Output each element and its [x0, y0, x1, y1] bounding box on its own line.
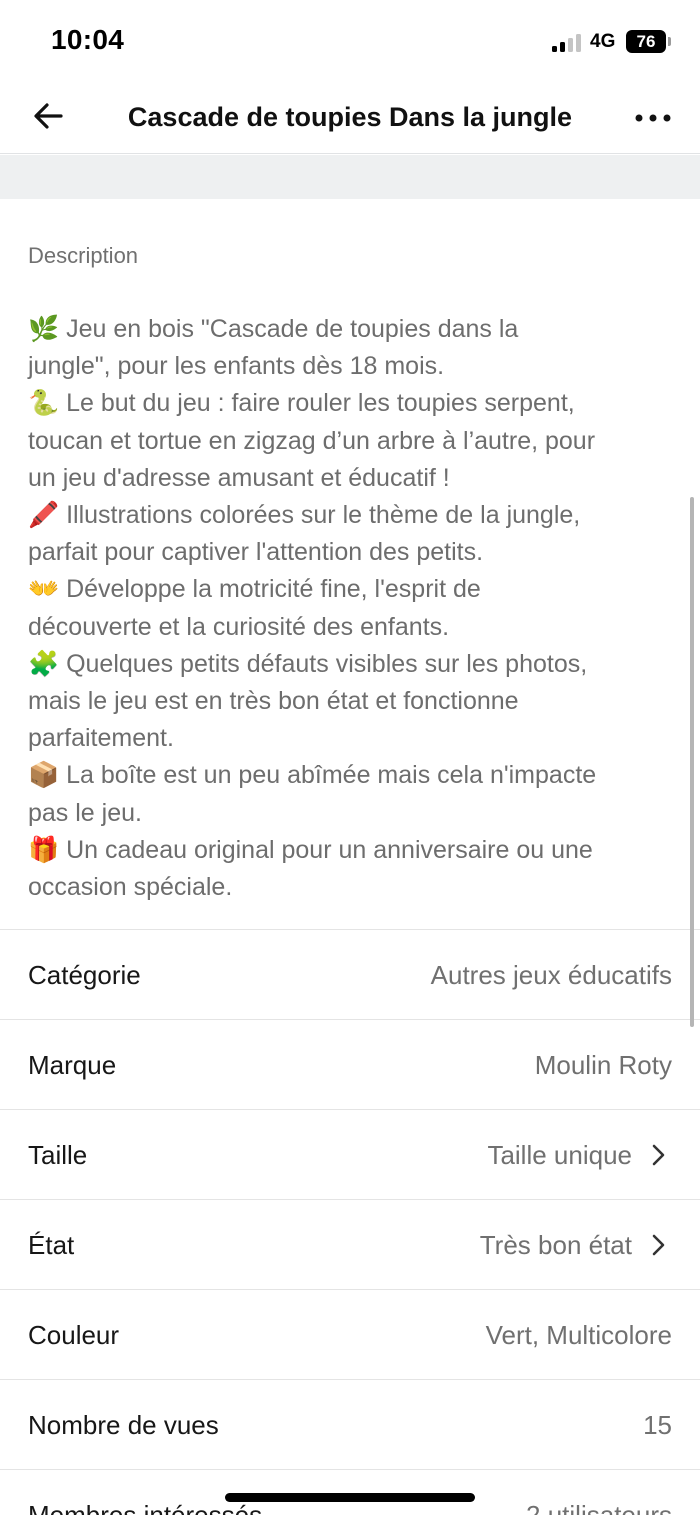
chevron-right-icon	[652, 1234, 665, 1256]
description-text: 🌿 Jeu en bois "Cascade de toupies dans l…	[28, 311, 678, 906]
description-line: occasion spéciale.	[28, 873, 233, 902]
section-separator	[0, 155, 700, 199]
detail-label: Nombre de vues	[28, 1410, 219, 1440]
detail-row-brand: Marque Moulin Roty	[0, 1020, 700, 1110]
detail-value: Taille unique	[487, 1140, 632, 1170]
detail-row-condition[interactable]: État Très bon état	[0, 1200, 700, 1290]
status-bar: 10:04 4G 76	[0, 0, 700, 84]
description-line: parfait pour captiver l'attention des pe…	[28, 538, 484, 567]
nav-bar: Cascade de toupies Dans la jungle	[0, 84, 700, 154]
detail-row-views: Nombre de vues 15	[0, 1380, 700, 1470]
network-type: 4G	[590, 31, 616, 52]
detail-label: Marque	[28, 1050, 117, 1080]
cellular-signal-icon	[552, 33, 584, 52]
description-line: 🐍 Le but du jeu : faire rouler les toupi…	[28, 389, 575, 418]
more-horizontal-icon	[635, 114, 671, 122]
description-line: un jeu d'adresse amusant et éducatif !	[28, 463, 450, 492]
battery-icon: 76	[626, 30, 666, 53]
detail-label: Catégorie	[28, 960, 141, 990]
status-time: 10:04	[51, 24, 125, 55]
description-line: 👐 Développe la motricité fine, l'esprit …	[28, 575, 481, 604]
chevron-right-icon	[652, 1144, 665, 1166]
detail-label: Couleur	[28, 1320, 120, 1350]
description-line: mais le jeu est en très bon état et fonc…	[28, 687, 519, 716]
arrow-left-icon	[34, 103, 63, 129]
description-line: 🎁 Un cadeau original pour un anniversair…	[28, 835, 593, 864]
description-line: 🖍️ Illustrations colorées sur le thème d…	[28, 501, 581, 530]
description-line: 🌿 Jeu en bois "Cascade de toupies dans l…	[28, 315, 519, 343]
description-line: 📦 La boîte est un peu abîmée mais cela n…	[28, 761, 597, 790]
detail-value: Autres jeux éducatifs	[430, 960, 672, 990]
details-list: Catégorie Autres jeux éducatifs Marque M…	[0, 930, 700, 1515]
detail-row-size[interactable]: Taille Taille unique	[0, 1110, 700, 1200]
detail-row-category: Catégorie Autres jeux éducatifs	[0, 930, 700, 1020]
detail-label: Taille	[28, 1140, 88, 1170]
detail-label: Membres intéressés	[28, 1500, 263, 1515]
description-line: jungle", pour les enfants dès 18 mois.	[28, 352, 445, 381]
more-options-button[interactable]	[628, 98, 678, 138]
description-line: toucan et tortue en zigzag d’un arbre à …	[28, 426, 596, 455]
scrollbar[interactable]	[690, 497, 694, 1027]
detail-label: État	[28, 1230, 75, 1260]
battery-level: 76	[636, 32, 656, 51]
detail-value: 2 utilisateurs	[526, 1500, 672, 1515]
page-title: Cascade de toupies Dans la jungle	[127, 102, 573, 132]
detail-value: Moulin Roty	[534, 1050, 672, 1080]
battery-cap	[668, 37, 671, 46]
home-indicator[interactable]	[225, 1493, 475, 1502]
back-button[interactable]	[26, 96, 70, 136]
detail-value: Vert, Multicolore	[485, 1320, 672, 1350]
detail-value: Très bon état	[479, 1230, 632, 1260]
description-label: Description	[28, 243, 139, 268]
description-line: pas le jeu.	[28, 798, 142, 827]
detail-value: 15	[643, 1410, 672, 1440]
description-line: 🧩 Quelques petits défauts visibles sur l…	[28, 649, 588, 678]
description-line: découverte et la curiosité des enfants.	[28, 612, 450, 641]
description-line: parfaitement.	[28, 724, 174, 753]
detail-row-color: Couleur Vert, Multicolore	[0, 1290, 700, 1380]
